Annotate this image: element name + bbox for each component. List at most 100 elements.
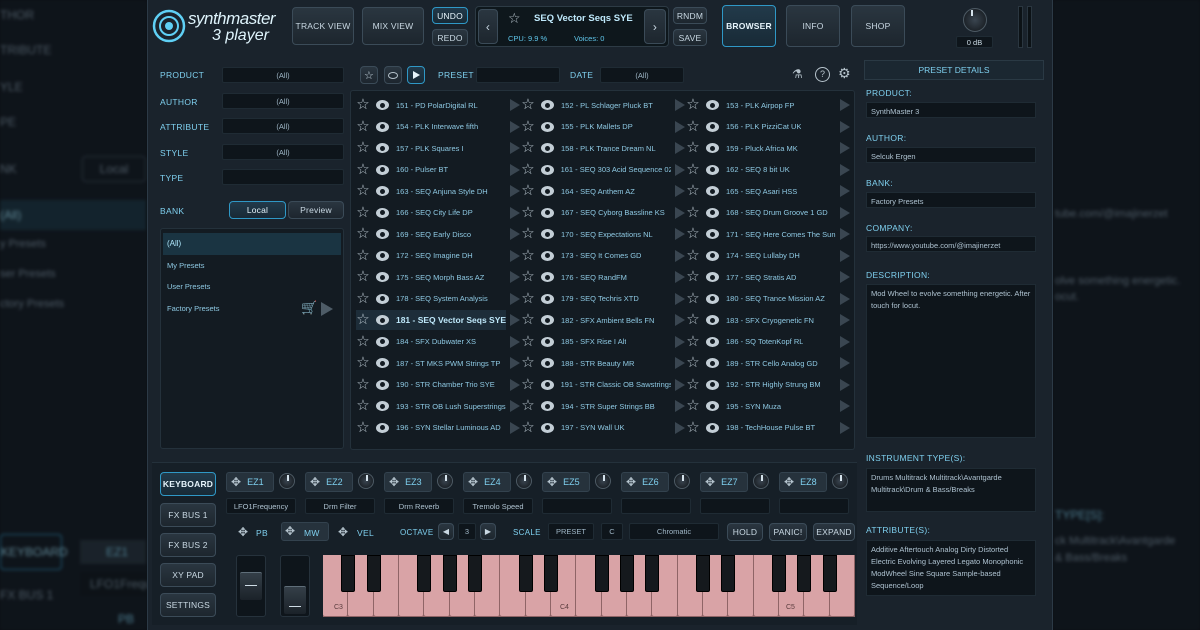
black-key[interactable] [417,555,432,592]
eye-icon[interactable] [706,401,719,411]
star-icon[interactable]: ☆ [686,119,700,134]
eye-icon[interactable] [376,272,389,282]
preset-item[interactable]: ☆ 185 - SFX Rise I Alt [521,332,685,352]
ez-assignment-field[interactable] [779,498,849,514]
preset-search-input[interactable] [476,67,560,83]
ez-control-1[interactable]: ✥ EZ1 [226,472,274,492]
star-icon[interactable]: ☆ [521,183,535,198]
preset-item[interactable]: ☆ 172 - SEQ Imagine DH [356,246,520,266]
eye-icon[interactable] [376,100,389,110]
eye-icon[interactable] [540,164,554,175]
preset-item[interactable]: ☆ 173 - SEQ It Comes GD [521,246,685,266]
black-key[interactable] [696,555,710,592]
ez-knob[interactable] [358,473,374,489]
eye-icon[interactable] [706,358,719,368]
play-icon[interactable] [510,378,520,391]
play-filter-icon[interactable] [407,66,425,84]
star-icon[interactable]: ☆ [356,398,370,413]
eye-icon[interactable] [541,143,554,153]
star-icon[interactable]: ☆ [356,97,370,112]
star-icon[interactable]: ☆ [521,291,535,306]
preset-item[interactable]: ☆ 157 - PLK Squares I [356,138,520,158]
play-icon[interactable] [510,185,520,197]
black-key[interactable] [620,555,634,592]
bank-item-user-presets[interactable]: User Presets [167,282,210,291]
star-icon[interactable]: ☆ [521,420,535,435]
preset-item[interactable]: ☆ 178 - SEQ System Analysis [356,289,520,309]
eye-icon[interactable] [541,250,554,261]
eye-icon[interactable] [376,379,389,390]
eye-icon[interactable] [376,229,389,239]
eye-icon[interactable] [706,272,719,282]
star-icon[interactable]: ☆ [686,269,700,284]
star-icon[interactable]: ☆ [356,205,370,220]
eye-icon[interactable] [706,336,719,347]
play-icon[interactable] [675,249,685,262]
preset-item[interactable]: ☆ 153 - PLK Airpop FP [686,95,850,115]
prev-preset-button[interactable]: ‹ [478,9,498,44]
play-icon[interactable] [840,335,850,348]
star-icon[interactable]: ☆ [356,377,370,392]
ez-assignment-field[interactable]: Drm Reverb [384,498,454,514]
eye-icon[interactable] [376,422,389,433]
preset-item[interactable]: ☆ 164 - SEQ Anthem AZ [521,181,685,201]
black-key[interactable] [645,555,660,592]
eye-icon[interactable] [541,358,554,368]
star-icon[interactable]: ☆ [356,355,370,370]
play-icon[interactable] [840,99,850,111]
browser-button[interactable]: BROWSER [722,5,776,47]
star-icon[interactable]: ☆ [356,119,370,134]
track-view-button[interactable]: TRACK VIEW [292,7,354,45]
type-filter[interactable] [222,169,344,185]
preset-item[interactable]: ☆ 159 - Pluck Africa MK [686,138,850,158]
black-key[interactable] [442,555,457,592]
star-icon[interactable]: ☆ [686,162,700,177]
preset-item[interactable]: ☆ 161 - SEQ 303 Acid Sequence 02 [521,160,685,180]
play-icon[interactable] [840,357,850,369]
star-icon[interactable]: ☆ [521,226,535,241]
star-icon[interactable]: ☆ [356,291,370,306]
ez-assignment-field[interactable] [542,498,612,514]
favorites-filter-icon[interactable]: ☆ [360,66,378,84]
play-icon[interactable] [840,120,850,133]
ez-knob[interactable] [753,473,769,489]
star-icon[interactable]: ☆ [356,312,370,327]
preset-item[interactable]: ☆ 198 - TechHouse Pulse BT [686,418,850,438]
preset-item[interactable]: ☆ 170 - SEQ Expectations NL [521,224,685,244]
eye-icon[interactable] [541,336,554,347]
play-icon[interactable] [675,292,685,305]
star-icon[interactable]: ☆ [686,398,700,413]
play-icon[interactable] [840,400,850,412]
bank-item-my-presets[interactable]: My Presets [167,261,205,270]
preset-item[interactable]: ☆ 186 - SQ TotenKopf RL [686,332,850,352]
star-icon[interactable]: ☆ [521,355,535,370]
ez-knob[interactable] [437,473,453,489]
preset-item[interactable]: ☆ 183 - SFX Cryogenetic FN [686,310,850,330]
play-icon[interactable] [675,421,685,434]
ez-knob[interactable] [516,473,532,489]
octave-up-button[interactable]: ▶ [480,523,496,540]
ez-assignment-field[interactable]: Tremolo Speed [463,498,533,514]
preset-item[interactable]: ☆ 165 - SEQ Asari HSS [686,181,850,201]
black-key[interactable] [822,555,837,592]
play-icon[interactable] [675,400,685,412]
star-icon[interactable]: ☆ [521,162,535,177]
eye-icon[interactable] [706,100,719,110]
xy-pad-tab[interactable]: XY PAD [160,563,216,587]
play-icon[interactable] [510,421,520,434]
save-button[interactable]: SAVE [673,29,707,46]
play-icon[interactable] [510,228,520,240]
preset-item[interactable]: ☆ 195 - SYN Muza [686,396,850,416]
play-icon[interactable] [510,163,520,176]
eye-icon[interactable] [376,164,389,175]
black-key[interactable] [366,555,381,592]
key-select[interactable]: C [601,523,623,540]
play-icon[interactable] [510,120,520,133]
eye-icon[interactable] [706,207,719,218]
eye-icon[interactable] [376,293,389,304]
preset-item[interactable]: ☆ 154 - PLK Interwave fifth [356,117,520,137]
bank-item-all[interactable]: (All) [167,239,181,248]
play-icon[interactable] [510,99,520,111]
preset-item[interactable]: ☆ 196 - SYN Stellar Luminous AD [356,418,520,438]
preset-item[interactable]: ☆ 184 - SFX Dubwater XS [356,332,520,352]
